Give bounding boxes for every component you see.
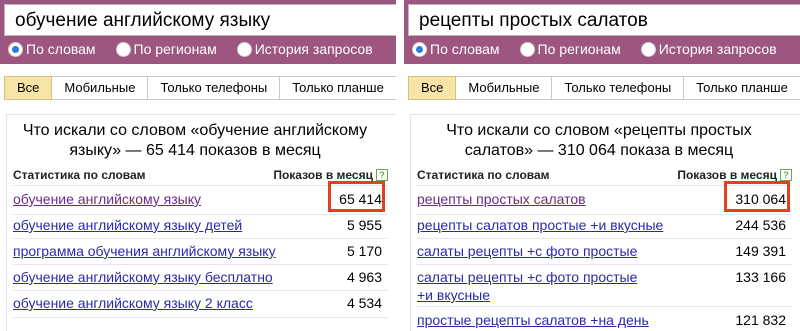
divider [13, 290, 388, 291]
table-row: обучение английскому языку 2 класс 4 534 [13, 292, 388, 314]
radio-query-history[interactable]: История запросов [640, 40, 777, 58]
query-link[interactable]: обучение английскому языку [13, 190, 201, 208]
device-tabs: Все Мобильные Только телефоны Только пла… [4, 76, 396, 100]
table-row: салаты рецепты +с фото простые +и вкусны… [417, 266, 792, 304]
search-mode-radios: По словам По регионам История запросов [8, 39, 393, 59]
divider [417, 238, 792, 239]
help-icon[interactable]: ? [376, 169, 388, 181]
tab-phones-only[interactable]: Только телефоны [148, 76, 281, 100]
table-row: простые рецепты салатов +на день 121 832 [417, 309, 792, 331]
results-title: Что искали со словом «обучение английско… [7, 121, 383, 161]
divider [417, 306, 792, 307]
search-input[interactable]: обучение английскому языку [4, 4, 396, 36]
table-row: рецепты салатов простые +и вкусные 244 5… [417, 214, 792, 236]
table-row: салаты рецепты +с фото простые 149 391 [417, 240, 792, 262]
wordstat-panel-right: рецепты простых салатов По словам По рег… [404, 0, 800, 331]
highlight-box [328, 181, 385, 212]
radio-by-words[interactable]: По словам [8, 40, 96, 58]
radio-query-history[interactable]: История запросов [236, 40, 373, 58]
highlight-box [724, 181, 790, 212]
query-link[interactable]: салаты рецепты +с фото простые +и вкусны… [417, 268, 657, 304]
query-link[interactable]: программа обучения английскому языку [13, 242, 276, 260]
tab-mobile[interactable]: Мобильные [52, 76, 149, 100]
wordstat-panel-left: обучение английскому языку По словам По … [0, 0, 396, 331]
radio-unselected-icon [236, 41, 252, 57]
search-input[interactable]: рецепты простых салатов [408, 4, 800, 36]
results-title: Что искали со словом «рецепты простых са… [411, 121, 787, 161]
results-title-line-2: салатов» — 310 064 показа в месяц [464, 142, 734, 159]
column-header-keywords: Статистика по словам [13, 168, 146, 182]
radio-label: История запросов [254, 41, 373, 57]
search-header: рецепты простых салатов По словам По рег… [404, 0, 800, 64]
query-link[interactable]: обучение английскому языку бесплатно [13, 268, 273, 286]
query-link[interactable]: обучение английскому языку 2 класс [13, 294, 253, 312]
results-title-line-2: языку» — 65 414 показов в месяц [69, 142, 321, 159]
search-header: обучение английскому языку По словам По … [0, 0, 396, 64]
impressions-count: 149 391 [735, 243, 786, 259]
radio-by-words[interactable]: По словам [412, 40, 500, 58]
tab-phones-only[interactable]: Только телефоны [552, 76, 685, 100]
radio-selected-icon [412, 41, 427, 57]
query-link[interactable]: обучение английскому языку детей [13, 216, 242, 234]
radio-by-regions[interactable]: По регионам [115, 40, 217, 58]
search-mode-radios: По словам По регионам История запросов [412, 39, 797, 59]
radio-label: По регионам [133, 41, 217, 57]
query-link[interactable]: рецепты простых салатов [417, 190, 586, 208]
radio-unselected-icon [640, 41, 656, 57]
divider [417, 264, 792, 265]
radio-label: По словам [430, 41, 500, 57]
panel-gap [396, 0, 404, 331]
impressions-count: 4 963 [346, 269, 382, 285]
impressions-count: 5 170 [346, 243, 382, 259]
search-input-value: рецепты простых салатов [419, 10, 648, 31]
divider [13, 238, 388, 239]
impressions-count: 244 536 [735, 217, 786, 233]
query-link[interactable]: салаты рецепты +с фото простые [417, 242, 637, 260]
radio-label: История запросов [658, 41, 777, 57]
search-input-value: обучение английскому языку [15, 10, 271, 31]
impressions-count: 5 955 [346, 217, 382, 233]
tab-tablets-only[interactable]: Только планше [280, 76, 396, 100]
query-link[interactable]: рецепты салатов простые +и вкусные [417, 216, 663, 234]
results-card: Что искали со словом «рецепты простых са… [410, 114, 800, 331]
radio-selected-icon [8, 41, 23, 57]
tab-all[interactable]: Все [408, 76, 457, 100]
radio-label: По словам [26, 41, 96, 57]
tab-all[interactable]: Все [4, 76, 53, 100]
table-row: обучение английскому языку бесплатно 4 9… [13, 266, 388, 288]
results-title-line-1: Что искали со словом «рецепты простых [446, 122, 752, 139]
radio-unselected-icon [115, 41, 131, 57]
divider [13, 317, 388, 318]
results-card: Что искали со словом «обучение английско… [6, 114, 396, 331]
divider [13, 264, 388, 265]
impressions-count: 121 832 [735, 312, 786, 328]
radio-unselected-icon [519, 41, 535, 57]
query-link[interactable]: простые рецепты салатов +на день [417, 311, 649, 329]
table-row: программа обучения английскому языку 5 1… [13, 240, 388, 262]
impressions-count: 133 166 [735, 269, 786, 285]
help-icon[interactable]: ? [780, 169, 792, 181]
column-header-keywords: Статистика по словам [417, 168, 550, 182]
results-title-line-1: Что искали со словом «обучение английско… [22, 122, 368, 139]
tab-mobile[interactable]: Мобильные [456, 76, 553, 100]
table-row: обучение английскому языку детей 5 955 [13, 214, 388, 236]
radio-by-regions[interactable]: По регионам [519, 40, 621, 58]
impressions-count: 4 534 [346, 295, 382, 311]
tab-tablets-only[interactable]: Только планше [684, 76, 800, 100]
radio-label: По регионам [537, 41, 621, 57]
device-tabs: Все Мобильные Только телефоны Только пла… [408, 76, 800, 100]
